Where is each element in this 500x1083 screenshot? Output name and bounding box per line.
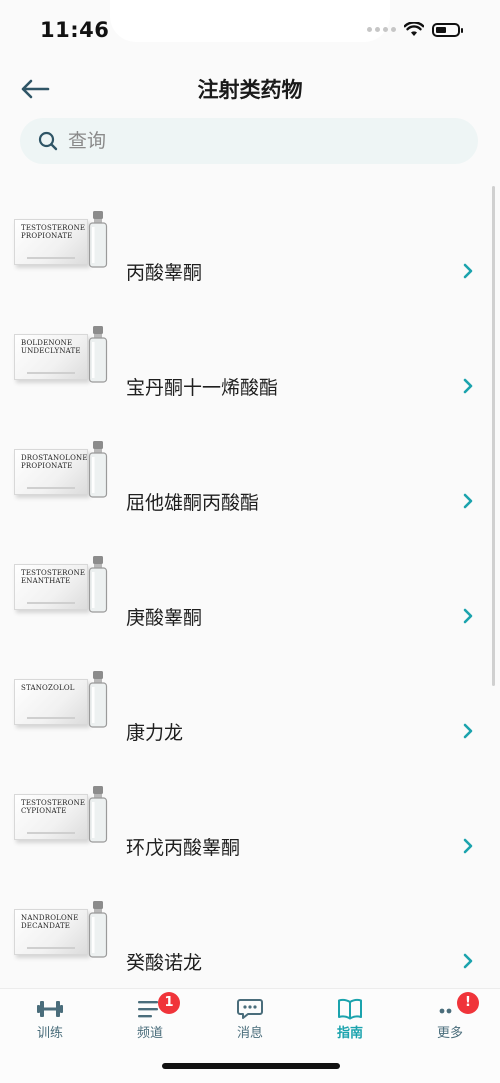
list-item[interactable]: BOLDENONE UNDECLYNATE 宝丹酮十一烯酸酯 <box>0 326 500 443</box>
list-item[interactable]: NANDROLONE DECANDATE 癸酸诺龙 <box>0 901 500 988</box>
scroll-indicator[interactable] <box>492 186 495 686</box>
battery-icon <box>432 22 463 37</box>
box-label: TESTOSTERONE ENANTHATE <box>21 569 86 585</box>
chevron-right-icon <box>463 838 473 854</box>
status-bar: 11:46 <box>0 0 500 60</box>
chat-bubble-icon <box>237 999 263 1019</box>
search-input[interactable] <box>66 129 450 153</box>
screen: 11:46 注射类药物 TESTOSTERONE <box>0 0 500 1083</box>
tab-label: 频道 <box>136 1026 163 1041</box>
vial-image <box>88 786 108 843</box>
list-item-label: 癸酸诺龙 <box>126 952 203 974</box>
drug-thumbnail: BOLDENONE UNDECLYNATE <box>14 326 110 383</box>
list-item[interactable]: TESTOSTERONE ENANTHATE 庚酸睾酮 <box>0 556 500 673</box>
vial-image <box>88 211 108 268</box>
drug-box-image: TESTOSTERONE CYPIONATE <box>14 794 88 840</box>
status-time: 11:46 <box>40 18 110 42</box>
drug-thumbnail: TESTOSTERONE ENANTHATE <box>14 556 110 613</box>
drug-thumbnail: TESTOSTERONE CYPIONATE <box>14 786 110 843</box>
chevron-right-icon <box>463 953 473 969</box>
notification-badge: 1 <box>158 992 180 1014</box>
drug-box-image: DROSTANOLONE PROPIONATE <box>14 449 88 495</box>
list-item-label: 屈他雄酮丙酸酯 <box>126 492 260 514</box>
drug-box-image: TESTOSTERONE PROPIONATE <box>14 219 88 265</box>
drug-thumbnail: TESTOSTERONE PROPIONATE <box>14 211 110 268</box>
drug-thumbnail: NANDROLONE DECANDATE <box>14 901 110 958</box>
chevron-right-icon <box>463 263 473 279</box>
tab-label: 训练 <box>36 1026 63 1041</box>
cellular-signal-icon <box>367 27 396 32</box>
tab-channels[interactable]: 1 频道 <box>100 989 200 1049</box>
drug-box-image: STANOZOLOL <box>14 679 88 725</box>
drug-box-image: TESTOSTERONE ENANTHATE <box>14 564 88 610</box>
box-label: TESTOSTERONE CYPIONATE <box>21 799 86 815</box>
list-item[interactable]: STANOZOLOL 康力龙 <box>0 671 500 788</box>
vial-image <box>88 556 108 613</box>
tab-label: 更多 <box>436 1026 463 1041</box>
list-item-label: 康力龙 <box>126 722 184 744</box>
tab-label: 指南 <box>336 1026 363 1041</box>
drug-box-image: NANDROLONE DECANDATE <box>14 909 88 955</box>
tab-messages[interactable]: 消息 <box>200 989 300 1049</box>
page-title: 注射类药物 <box>197 78 303 102</box>
list-item-label: 庚酸睾酮 <box>126 607 203 629</box>
vial-image <box>88 671 108 728</box>
box-label: BOLDENONE UNDECLYNATE <box>21 339 81 355</box>
list-item[interactable]: DROSTANOLONE PROPIONATE 屈他雄酮丙酸酯 <box>0 441 500 558</box>
list-item-label: 环戊丙酸睾酮 <box>126 837 241 859</box>
wifi-icon <box>404 22 424 36</box>
drug-thumbnail: DROSTANOLONE PROPIONATE <box>14 441 110 498</box>
list-item[interactable]: TESTOSTERONE PROPIONATE 丙酸睾酮 <box>0 211 500 328</box>
tab-more[interactable]: ! 更多 <box>400 989 500 1049</box>
vial-image <box>88 441 108 498</box>
box-label: DROSTANOLONE PROPIONATE <box>21 454 88 470</box>
notch <box>110 0 390 42</box>
chevron-right-icon <box>463 723 473 739</box>
list-item-label: 宝丹酮十一烯酸酯 <box>126 377 279 399</box>
chevron-right-icon <box>463 608 473 624</box>
tab-guide[interactable]: 指南 <box>300 989 400 1049</box>
drug-list: TESTOSTERONE PROPIONATE 丙酸睾酮 BOLDENONE UND… <box>0 183 500 988</box>
vial-image <box>88 901 108 958</box>
box-label: NANDROLONE DECANDATE <box>21 914 79 930</box>
tab-label: 消息 <box>236 1026 263 1041</box>
box-label: STANOZOLOL <box>21 684 75 692</box>
book-icon <box>338 998 362 1020</box>
status-icons <box>367 22 463 37</box>
box-label: TESTOSTERONE PROPIONATE <box>21 224 86 240</box>
search-bar[interactable] <box>20 118 478 164</box>
chevron-right-icon <box>463 378 473 394</box>
nav-header: 注射类药物 <box>0 66 500 112</box>
drug-box-image: BOLDENONE UNDECLYNATE <box>14 334 88 380</box>
tab-training[interactable]: 训练 <box>0 989 100 1049</box>
alert-badge: ! <box>457 992 479 1014</box>
vial-image <box>88 326 108 383</box>
drug-thumbnail: STANOZOLOL <box>14 671 110 728</box>
dumbbell-icon <box>37 1001 63 1017</box>
chevron-right-icon <box>463 493 473 509</box>
list-item[interactable]: TESTOSTERONE CYPIONATE 环戊丙酸睾酮 <box>0 786 500 903</box>
list-item-label: 丙酸睾酮 <box>126 262 203 284</box>
search-icon <box>38 131 58 151</box>
home-indicator[interactable] <box>162 1063 340 1069</box>
